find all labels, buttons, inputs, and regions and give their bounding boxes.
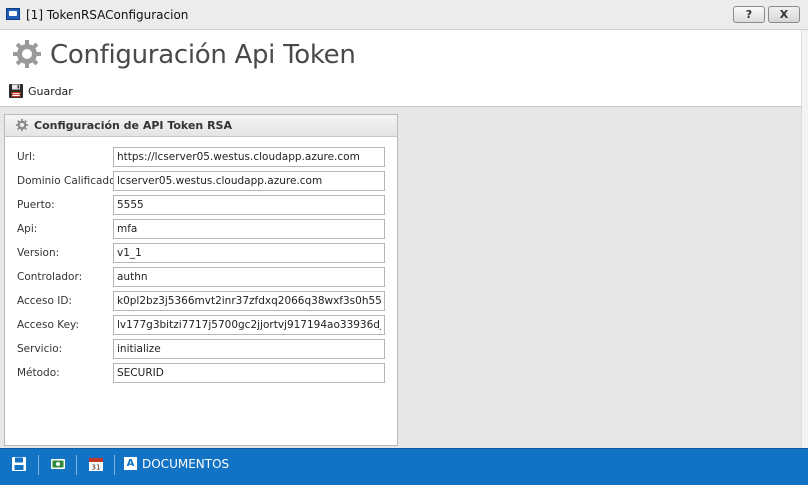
- controller-input[interactable]: [113, 267, 385, 287]
- access-key-input[interactable]: [113, 315, 385, 335]
- method-label: Método:: [17, 367, 60, 379]
- calendar-icon[interactable]: 31: [88, 455, 104, 473]
- api-label: Api:: [17, 223, 38, 235]
- floppy-disk-icon: [9, 84, 23, 98]
- access-id-input[interactable]: [113, 291, 385, 311]
- version-label: Version:: [17, 247, 60, 259]
- version-input[interactable]: [113, 243, 385, 263]
- config-panel: Configuración de API Token RSA Url: Domi…: [4, 114, 398, 446]
- panel-title: Configuración de API Token RSA: [34, 119, 232, 132]
- api-input[interactable]: [113, 219, 385, 239]
- method-row: Método:: [5, 363, 397, 383]
- service-label: Servicio:: [17, 343, 63, 355]
- qualified-domain-row: Dominio Calificado:: [5, 171, 397, 191]
- taskbar-separator: [76, 455, 77, 475]
- access-id-label: Acceso ID:: [17, 295, 72, 307]
- port-label: Puerto:: [17, 199, 55, 211]
- access-id-row: Acceso ID:: [5, 291, 397, 311]
- panel-header: Configuración de API Token RSA: [5, 115, 397, 137]
- url-input[interactable]: [113, 147, 385, 167]
- page-title: Configuración Api Token: [50, 40, 356, 70]
- floppy-disk-icon[interactable]: [11, 455, 27, 473]
- taskbar-separator: [114, 455, 115, 475]
- taskbar-separator: [38, 455, 39, 475]
- gear-icon: [15, 118, 29, 132]
- qualified-domain-input[interactable]: [113, 171, 385, 191]
- money-icon[interactable]: [50, 455, 66, 473]
- version-row: Version:: [5, 243, 397, 263]
- api-row: Api:: [5, 219, 397, 239]
- service-row: Servicio:: [5, 339, 397, 359]
- close-button[interactable]: X: [768, 6, 800, 23]
- app-icon: [6, 8, 20, 20]
- qualified-domain-label: Dominio Calificado:: [17, 175, 120, 187]
- calendar-day: 31: [92, 464, 101, 472]
- port-row: Puerto:: [5, 195, 397, 215]
- window-title-bar: [1] TokenRSAConfiguracion ? X: [0, 0, 808, 30]
- controller-label: Controlador:: [17, 271, 83, 283]
- documents-icon[interactable]: A: [124, 457, 137, 470]
- page-header: Configuración Api Token Guardar: [0, 30, 801, 107]
- help-button[interactable]: ?: [733, 6, 765, 23]
- controller-row: Controlador:: [5, 267, 397, 287]
- url-label: Url:: [17, 151, 36, 163]
- window-title: [1] TokenRSAConfiguracion: [26, 8, 189, 22]
- access-key-label: Acceso Key:: [17, 319, 80, 331]
- port-input[interactable]: [113, 195, 385, 215]
- service-input[interactable]: [113, 339, 385, 359]
- window-scrollbar[interactable]: [801, 30, 808, 448]
- method-input[interactable]: [113, 363, 385, 383]
- documents-button[interactable]: DOCUMENTOS: [142, 457, 229, 471]
- bottom-taskbar: 31 A DOCUMENTOS: [0, 448, 808, 485]
- save-button-label: Guardar: [28, 85, 73, 98]
- workspace: Configuración de API Token RSA Url: Domi…: [0, 107, 801, 448]
- gear-icon: [13, 40, 41, 68]
- url-row: Url:: [5, 147, 397, 167]
- access-key-row: Acceso Key:: [5, 315, 397, 335]
